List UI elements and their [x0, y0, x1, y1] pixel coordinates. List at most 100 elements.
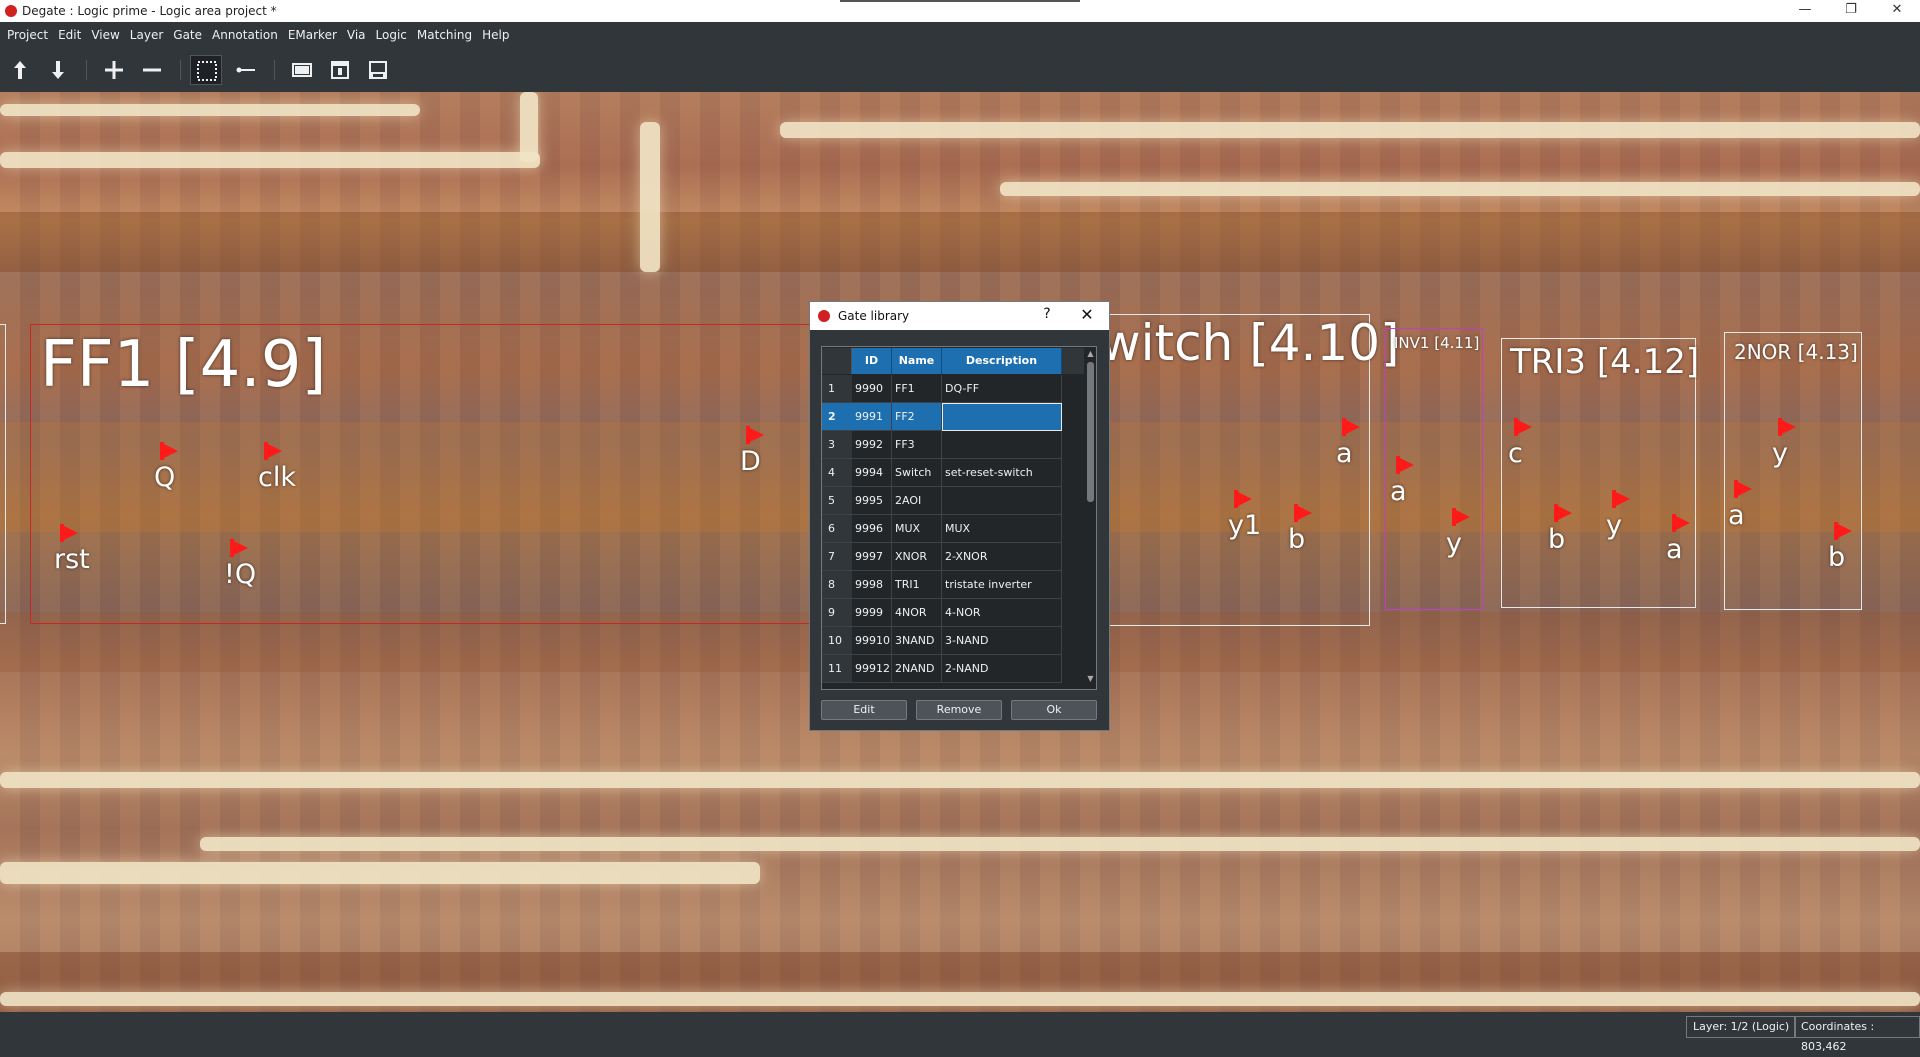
cell-id[interactable]: 9994 — [852, 459, 892, 487]
table-row[interactable]: 5 9995 2AOI — [822, 487, 1082, 515]
cell-description[interactable]: set-reset-switch — [942, 459, 1062, 487]
edit-button[interactable]: Edit — [821, 700, 907, 720]
column-header-id[interactable]: ID — [852, 348, 892, 374]
table-row[interactable]: 2 9991 FF2 — [822, 403, 1082, 431]
remove-button[interactable]: Remove — [916, 700, 1002, 720]
cell-name[interactable]: 4NOR — [892, 599, 942, 627]
menu-annotation[interactable]: Annotation — [207, 25, 283, 45]
cell-description[interactable] — [942, 403, 1062, 431]
cell-description[interactable]: DQ-FF — [942, 375, 1062, 403]
port-label: y — [1606, 510, 1622, 541]
table-row[interactable]: 6 9996 MUX MUX — [822, 515, 1082, 543]
row-number[interactable]: 6 — [822, 515, 852, 543]
maximize-button[interactable]: ❐ — [1828, 0, 1874, 22]
cell-id[interactable]: 99912 — [852, 655, 892, 683]
port-flag-icon — [1396, 456, 1414, 474]
view-gate-icon[interactable] — [324, 55, 356, 85]
menu-gate[interactable]: Gate — [168, 25, 207, 45]
menu-matching[interactable]: Matching — [412, 25, 477, 45]
table-row[interactable]: 10 99910 3NAND 3-NAND — [822, 627, 1082, 655]
table-row[interactable]: 4 9994 Switch set-reset-switch — [822, 459, 1082, 487]
table-row[interactable]: 11 99912 2NAND 2-NAND — [822, 655, 1082, 683]
menu-via[interactable]: Via — [342, 25, 371, 45]
cell-description[interactable]: 2-XNOR — [942, 543, 1062, 571]
cell-name[interactable]: 2AOI — [892, 487, 942, 515]
column-header-name[interactable]: Name — [892, 348, 942, 374]
menu-view[interactable]: View — [86, 25, 124, 45]
zoom-in-icon[interactable] — [98, 55, 130, 85]
area-selection-icon[interactable] — [190, 55, 222, 85]
table-row[interactable]: 9 9999 4NOR 4-NOR — [822, 599, 1082, 627]
row-number[interactable]: 1 — [822, 375, 852, 403]
cell-id[interactable]: 9998 — [852, 571, 892, 599]
cell-description[interactable]: MUX — [942, 515, 1062, 543]
help-button[interactable]: ? — [1038, 306, 1056, 322]
minimize-button[interactable]: — — [1782, 0, 1828, 22]
menu-edit[interactable]: Edit — [53, 25, 86, 45]
table-row[interactable]: 1 9990 FF1 DQ-FF — [822, 375, 1082, 403]
table-row[interactable]: 8 9998 TRI1 tristate inverter — [822, 571, 1082, 599]
cell-name[interactable]: XNOR — [892, 543, 942, 571]
metal-trace — [640, 122, 660, 272]
table-scrollbar[interactable]: ▲ ▼ — [1084, 348, 1096, 688]
scroll-up-icon[interactable]: ▲ — [1086, 349, 1095, 358]
cell-description[interactable]: 2-NAND — [942, 655, 1062, 683]
table-row[interactable]: 3 9992 FF3 — [822, 431, 1082, 459]
cell-name[interactable]: MUX — [892, 515, 942, 543]
row-number[interactable]: 3 — [822, 431, 852, 459]
cell-id[interactable]: 9996 — [852, 515, 892, 543]
row-number[interactable]: 5 — [822, 487, 852, 515]
row-number[interactable]: 10 — [822, 627, 852, 655]
cell-name[interactable]: FF3 — [892, 431, 942, 459]
cell-description[interactable]: tristate inverter — [942, 571, 1062, 599]
cell-name[interactable]: FF2 — [892, 403, 942, 431]
port-flag-icon — [1672, 514, 1690, 532]
scroll-thumb[interactable] — [1087, 362, 1094, 502]
layer-down-icon[interactable] — [42, 55, 74, 85]
row-number[interactable]: 7 — [822, 543, 852, 571]
zoom-out-icon[interactable] — [136, 55, 168, 85]
cell-description[interactable] — [942, 431, 1062, 459]
cell-id[interactable]: 9999 — [852, 599, 892, 627]
close-window-button[interactable]: ✕ — [1874, 0, 1920, 22]
view-background-icon[interactable] — [286, 55, 318, 85]
row-number[interactable]: 11 — [822, 655, 852, 683]
column-header-description[interactable]: Description — [942, 348, 1062, 374]
port-flag-icon — [160, 442, 178, 460]
port-label: y — [1446, 528, 1462, 559]
cell-description[interactable]: 4-NOR — [942, 599, 1062, 627]
cell-name[interactable]: FF1 — [892, 375, 942, 403]
cell-id[interactable]: 9990 — [852, 375, 892, 403]
cell-name[interactable]: 2NAND — [892, 655, 942, 683]
menu-project[interactable]: Project — [2, 25, 53, 45]
cell-id[interactable]: 99910 — [852, 627, 892, 655]
menu-emarker[interactable]: EMarker — [283, 25, 342, 45]
ok-button[interactable]: Ok — [1011, 700, 1097, 720]
cell-id[interactable]: 9997 — [852, 543, 892, 571]
metal-trace — [0, 772, 1920, 788]
cell-name[interactable]: Switch — [892, 459, 942, 487]
table-row[interactable]: 7 9997 XNOR 2-XNOR — [822, 543, 1082, 571]
cell-description[interactable] — [942, 487, 1062, 515]
row-number[interactable]: 8 — [822, 571, 852, 599]
scroll-down-icon[interactable]: ▼ — [1086, 674, 1095, 683]
cell-id[interactable]: 9995 — [852, 487, 892, 515]
row-number[interactable]: 4 — [822, 459, 852, 487]
row-number[interactable]: 2 — [822, 403, 852, 431]
cell-description[interactable]: 3-NAND — [942, 627, 1062, 655]
menu-help[interactable]: Help — [477, 25, 514, 45]
menu-logic[interactable]: Logic — [371, 25, 412, 45]
wire-tool-icon[interactable] — [230, 55, 262, 85]
close-dialog-button[interactable]: ✕ — [1076, 305, 1098, 324]
view-ports-icon[interactable] — [362, 55, 394, 85]
port-flag-icon — [1234, 490, 1252, 508]
menu-bar: Project Edit View Layer Gate Annotation … — [0, 22, 1920, 48]
cell-id[interactable]: 9991 — [852, 403, 892, 431]
menu-layer[interactable]: Layer — [125, 25, 168, 45]
cell-name[interactable]: TRI1 — [892, 571, 942, 599]
layer-up-icon[interactable] — [4, 55, 36, 85]
row-number[interactable]: 9 — [822, 599, 852, 627]
gate-label-tri3: TRI3 [4.12] — [1510, 342, 1700, 382]
cell-id[interactable]: 9992 — [852, 431, 892, 459]
cell-name[interactable]: 3NAND — [892, 627, 942, 655]
